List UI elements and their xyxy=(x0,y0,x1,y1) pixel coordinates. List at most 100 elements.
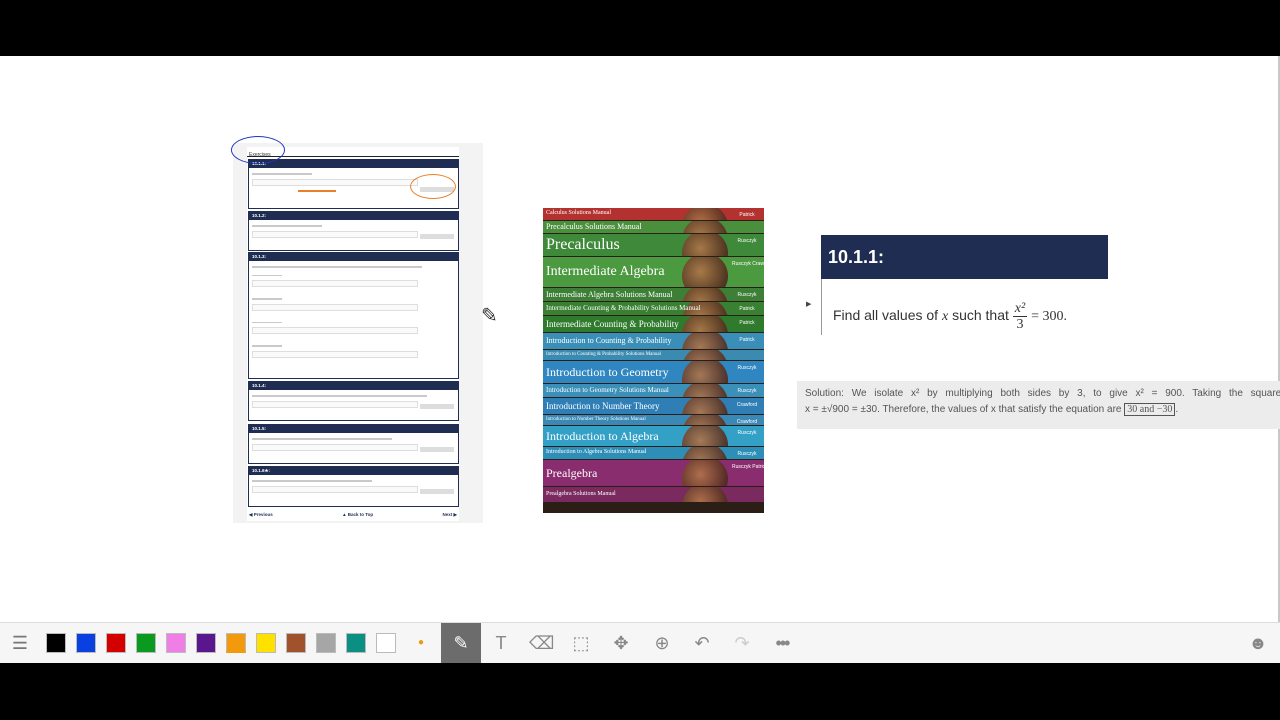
book-spine: Intermediate Counting & Probability Solu… xyxy=(543,302,764,315)
book-title: Prealgebra xyxy=(546,466,598,480)
exercise-card-3: 10.1.3: xyxy=(248,252,459,379)
solution-period: . xyxy=(1175,404,1179,415)
problem-text-prefix: Find all values of xyxy=(833,307,939,324)
cover-art xyxy=(682,487,728,502)
exercise-card-label: 10.1.3: xyxy=(249,253,458,261)
book-spine: Introduction to Algebra Solutions Manual… xyxy=(543,447,764,459)
book-spine: Introduction to Algebra Rusczyk xyxy=(543,426,764,446)
solution-line-2: x = ±√900 = ±30. Therefore, the values o… xyxy=(805,403,1179,416)
color-swatch[interactable] xyxy=(166,633,186,653)
solution-line-2-text: x = ±√900 = ±30. Therefore, the values o… xyxy=(805,404,1122,415)
cover-art xyxy=(682,350,728,360)
color-swatch[interactable] xyxy=(226,633,246,653)
cover-art xyxy=(682,460,728,486)
color-swatch[interactable] xyxy=(106,633,126,653)
color-swatch[interactable] xyxy=(46,633,66,653)
previous-link: ◀ Previous xyxy=(249,512,273,517)
back-to-top-link: ▲ Back to Top xyxy=(342,512,374,517)
book-title: Precalculus xyxy=(546,236,620,253)
problem-statement: Find all values of x such that x² 3 = 30… xyxy=(833,301,1067,332)
menu-icon[interactable]: ☰ xyxy=(8,631,32,655)
orange-ink-circle[interactable] xyxy=(410,174,456,199)
solution-box: Solution: We isolate x² by multiplying b… xyxy=(797,381,1280,429)
problem-card: 10.1.1: Find all values of x such that x… xyxy=(821,235,1108,335)
pencil-cursor-icon: ✎ xyxy=(481,305,498,327)
color-swatch[interactable] xyxy=(286,633,306,653)
book-author: Rusczyk xyxy=(737,365,757,371)
color-swatch[interactable] xyxy=(196,633,216,653)
whiteboard-canvas[interactable]: Exercises 10.1.1: 10.1.2: 10.1.3: 10.1.4… xyxy=(0,56,1280,622)
text-tool-icon[interactable]: T xyxy=(489,631,513,655)
color-swatch[interactable] xyxy=(76,633,96,653)
more-icon[interactable]: ••• xyxy=(770,631,794,655)
cover-art xyxy=(682,257,728,287)
letterbox-bottom xyxy=(0,663,1280,720)
color-swatch[interactable] xyxy=(256,633,276,653)
drawing-toolbar: ☰ ● ✎ T ⌫ ⬚ ✥ ⊕ ↶ ↷ ••• ☻ xyxy=(0,622,1280,663)
cover-art xyxy=(682,316,728,332)
chevron-right-icon: ▶ xyxy=(806,301,812,308)
cover-art xyxy=(682,447,728,459)
pen-size-dot-icon[interactable]: ● xyxy=(409,631,433,655)
select-icon[interactable]: ⬚ xyxy=(569,631,593,655)
book-spine: Introduction to Geometry Rusczyk xyxy=(543,361,764,383)
color-swatch[interactable] xyxy=(376,633,396,653)
cover-art xyxy=(682,398,728,414)
redo-icon[interactable]: ↷ xyxy=(730,631,754,655)
book-author: Rusczyk xyxy=(737,430,757,436)
book-author: Rusczyk xyxy=(737,388,757,394)
next-link: Next ▶ xyxy=(442,512,457,517)
book-author: Rusczyk xyxy=(737,451,757,457)
cover-art xyxy=(682,384,728,397)
answer-box: 30 and −30 xyxy=(1124,403,1176,416)
book-title: Introduction to Algebra Solutions Manual xyxy=(546,449,647,455)
exercises-page-image: Exercises 10.1.1: 10.1.2: 10.1.3: 10.1.4… xyxy=(233,143,483,523)
book-title: Intermediate Counting & Probability xyxy=(546,318,679,329)
book-author: Rusczyk Crawford xyxy=(732,261,764,267)
exercise-card-2: 10.1.2: xyxy=(248,211,459,251)
books-photo: Calculus Solutions Manual Patrick Precalcu… xyxy=(543,208,764,513)
book-title: Introduction to Geometry Solutions Manua… xyxy=(546,386,669,394)
pen-tool-button[interactable]: ✎ xyxy=(441,623,481,663)
exercise-card-label: 10.1.2: xyxy=(249,212,458,220)
exercises-page: Exercises 10.1.1: 10.1.2: 10.1.3: 10.1.4… xyxy=(247,147,459,521)
cover-art xyxy=(682,426,728,446)
problem-variable: x xyxy=(941,309,949,325)
orange-ink-underline[interactable] xyxy=(298,190,336,192)
book-author: Rusczyk xyxy=(737,292,757,298)
fraction-denominator: 3 xyxy=(1016,317,1024,332)
book-author: Patrick xyxy=(739,212,755,218)
book-title: Calculus Solutions Manual xyxy=(546,210,611,216)
move-icon[interactable]: ✥ xyxy=(609,631,633,655)
exercise-card-6: 10.1.6★: xyxy=(248,466,459,507)
zoom-icon[interactable]: ⊕ xyxy=(650,631,674,655)
book-spine: Intermediate Counting & Probability Patri… xyxy=(543,316,764,332)
color-swatch[interactable] xyxy=(346,633,366,653)
book-author: Rusczyk xyxy=(737,238,757,244)
book-title: Introduction to Number Theory Solutions … xyxy=(546,416,646,422)
page-navigation: ◀ Previous ▲ Back to Top Next ▶ xyxy=(249,512,457,518)
book-author: Rusczyk Patrick Boppana xyxy=(732,464,764,470)
undo-icon[interactable]: ↶ xyxy=(690,631,714,655)
book-spine: Introduction to Geometry Solutions Manua… xyxy=(543,384,764,397)
exercise-card-label: 10.1.5: xyxy=(249,425,458,433)
book-spine: Intermediate Algebra Solutions Manual Rus… xyxy=(543,288,764,301)
exercise-card-4: 10.1.4: xyxy=(248,381,459,421)
book-spine: Precalculus Solutions Manual xyxy=(543,221,764,233)
eraser-icon[interactable]: ⌫ xyxy=(529,631,554,655)
user-icon[interactable]: ☻ xyxy=(1246,631,1270,655)
book-title: Introduction to Geometry xyxy=(546,365,669,379)
book-spine: Introduction to Number Theory Crawford xyxy=(543,398,764,414)
problem-text-middle: such that xyxy=(952,307,1009,324)
blue-ink-circle[interactable] xyxy=(231,136,285,164)
problem-rhs: = 300. xyxy=(1031,309,1067,325)
exercise-card-label: 10.1.4: xyxy=(249,382,458,390)
book-author: Crawford xyxy=(736,419,758,425)
fraction-numerator: x² xyxy=(1012,301,1028,317)
book-spine: Introduction to Counting & Probability S… xyxy=(543,350,764,360)
exercise-card-label: 10.1.6★: xyxy=(249,467,458,475)
color-swatch[interactable] xyxy=(136,633,156,653)
color-swatch[interactable] xyxy=(316,633,336,653)
book-spine: Introduction to Number Theory Solutions … xyxy=(543,415,764,425)
cover-art xyxy=(682,234,728,256)
